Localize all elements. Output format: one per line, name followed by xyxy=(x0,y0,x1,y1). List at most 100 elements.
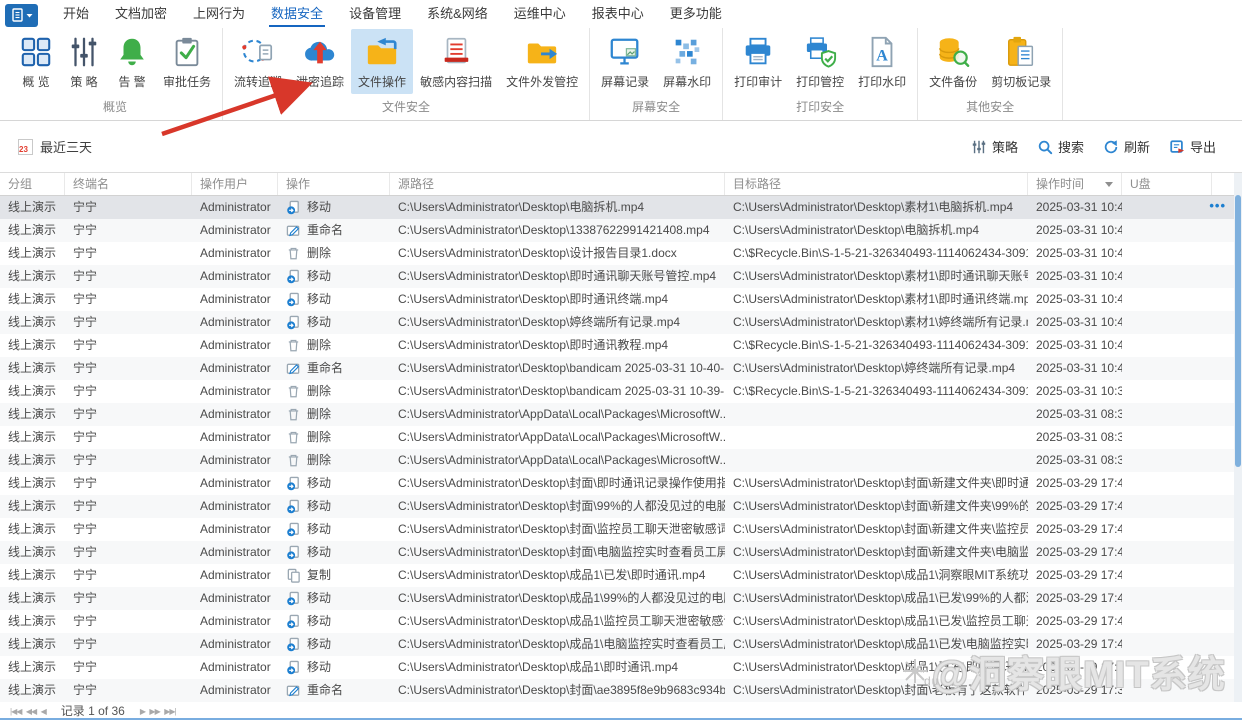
cell-time: 2025-03-31 10:44:20 xyxy=(1028,265,1122,288)
move-icon xyxy=(286,637,301,652)
ribbon-button-file-outgoing[interactable]: 文件外发管控 xyxy=(499,29,585,94)
menu-tab-1[interactable]: 开始 xyxy=(50,0,102,28)
cell-target-path: C:\Users\Administrator\Desktop\婷终端所有记录.m… xyxy=(725,357,1028,380)
menu-tab-6[interactable]: 系统&网络 xyxy=(414,0,501,28)
ribbon-button-print-control[interactable]: 打印管控 xyxy=(789,29,851,94)
table-row[interactable]: 线上演示宁宁Administrator移动C:\Users\Administra… xyxy=(0,610,1242,633)
table-row[interactable]: 线上演示宁宁Administrator移动C:\Users\Administra… xyxy=(0,288,1242,311)
ribbon-button-screen-record[interactable]: 屏幕记录 xyxy=(594,29,656,94)
pager-next-3-button[interactable]: ▶▶| xyxy=(164,707,175,716)
table-row[interactable]: 线上演示宁宁Administrator删除C:\Users\Administra… xyxy=(0,426,1242,449)
menu-tab-4[interactable]: 数据安全 xyxy=(258,0,336,28)
pager-next-1-button[interactable]: ▶ xyxy=(140,707,145,716)
menu-tab-5[interactable]: 设备管理 xyxy=(336,0,414,28)
ribbon-button-overview[interactable]: 概 览 xyxy=(12,29,60,94)
row-actions-button[interactable]: ••• xyxy=(1209,196,1226,216)
table-row[interactable]: 线上演示宁宁Administrator删除C:\Users\Administra… xyxy=(0,334,1242,357)
cell-user: Administrator xyxy=(192,426,278,449)
toolbar-action-export[interactable]: 导出 xyxy=(1169,137,1216,156)
rename-icon xyxy=(286,683,301,698)
operation-label: 删除 xyxy=(307,242,331,265)
column-header-1[interactable]: 分组 xyxy=(0,173,65,195)
cell-terminal: 宁宁 xyxy=(65,219,192,242)
cell-operation: 移动 xyxy=(278,633,390,656)
table-row[interactable]: 线上演示宁宁Administrator重命名C:\Users\Administr… xyxy=(0,219,1242,242)
menu-bar: 开始文档加密上网行为数据安全设备管理系统&网络运维中心报表中心更多功能 xyxy=(0,0,1242,28)
menu-tab-2[interactable]: 文档加密 xyxy=(102,0,180,28)
cell-source-path: C:\Users\Administrator\Desktop\设计报告目录1.d… xyxy=(390,242,725,265)
table-row[interactable]: 线上演示宁宁Administrator移动C:\Users\Administra… xyxy=(0,311,1242,334)
column-header-5[interactable]: 源路径 xyxy=(390,173,725,195)
ribbon-group-1: 概 览策 略告 警审批任务概览 xyxy=(8,28,223,120)
ribbon-button-trace-flow[interactable]: 流转追溯 xyxy=(227,29,289,94)
table-row[interactable]: 线上演示宁宁Administrator删除C:\Users\Administra… xyxy=(0,449,1242,472)
screen-watermark-icon xyxy=(670,35,704,69)
table-row[interactable]: 线上演示宁宁Administrator移动C:\Users\Administra… xyxy=(0,587,1242,610)
ribbon-button-sensitive-scan[interactable]: 敏感内容扫描 xyxy=(413,29,499,94)
pager-next-2-button[interactable]: ▶▶ xyxy=(149,707,159,716)
table-row[interactable]: 线上演示宁宁Administrator移动C:\Users\Administra… xyxy=(0,472,1242,495)
ribbon-button-screen-watermark[interactable]: 屏幕水印 xyxy=(656,29,718,94)
ribbon-button-file-backup[interactable]: 文件备份 xyxy=(922,29,984,94)
cell-terminal: 宁宁 xyxy=(65,288,192,311)
cell-time: 2025-03-31 10:44:45 xyxy=(1028,196,1122,219)
menu-tab-3[interactable]: 上网行为 xyxy=(180,0,258,28)
ribbon-button-approval[interactable]: 审批任务 xyxy=(156,29,218,94)
toolbar-action-refresh[interactable]: 刷新 xyxy=(1103,137,1150,156)
cell-source-path: C:\Users\Administrator\Desktop\成品1\已发\即时… xyxy=(390,564,725,587)
column-header-6[interactable]: 目标路径 xyxy=(725,173,1028,195)
column-header-4[interactable]: 操作 xyxy=(278,173,390,195)
date-range-filter[interactable]: 23 最近三天 xyxy=(18,137,92,156)
table-row[interactable]: 线上演示宁宁Administrator移动C:\Users\Administra… xyxy=(0,196,1242,219)
table-row[interactable]: 线上演示宁宁Administrator删除C:\Users\Administra… xyxy=(0,403,1242,426)
pager-prev-1-button[interactable]: |◀◀ xyxy=(10,707,21,716)
app-menu-button[interactable] xyxy=(5,4,38,27)
ribbon-button-alert-bell[interactable]: 告 警 xyxy=(108,29,156,94)
table-row[interactable]: 线上演示宁宁Administrator移动C:\Users\Administra… xyxy=(0,495,1242,518)
column-header-3[interactable]: 操作用户 xyxy=(192,173,278,195)
table-row[interactable]: 线上演示宁宁Administrator删除C:\Users\Administra… xyxy=(0,242,1242,265)
table-row[interactable]: 线上演示宁宁Administrator重命名C:\Users\Administr… xyxy=(0,679,1242,702)
toolbar-action-label: 策略 xyxy=(992,137,1018,156)
cell-user: Administrator xyxy=(192,449,278,472)
leak-trace-icon xyxy=(303,35,337,69)
column-header-8[interactable]: U盘 xyxy=(1122,173,1212,195)
table-row[interactable]: 线上演示宁宁Administrator移动C:\Users\Administra… xyxy=(0,265,1242,288)
column-header-2[interactable]: 终端名 xyxy=(65,173,192,195)
menu-tab-7[interactable]: 运维中心 xyxy=(501,0,579,28)
ribbon-button-print-watermark[interactable]: A打印水印 xyxy=(851,29,913,94)
cell-user: Administrator xyxy=(192,541,278,564)
filter-bar: 23 最近三天 策略 搜索刷新导出 xyxy=(0,121,1242,172)
menu-tab-9[interactable]: 更多功能 xyxy=(657,0,735,28)
scrollbar-thumb[interactable] xyxy=(1235,195,1241,467)
cell-group: 线上演示 xyxy=(0,633,65,656)
move-icon xyxy=(286,545,301,560)
pager-prev-2-button[interactable]: ◀◀ xyxy=(26,707,36,716)
ribbon-button-clipboard-record[interactable]: 剪切板记录 xyxy=(984,29,1058,94)
table-row[interactable]: 线上演示宁宁Administrator复制C:\Users\Administra… xyxy=(0,564,1242,587)
filter-caret-icon[interactable] xyxy=(1105,182,1113,187)
ribbon-button-leak-trace[interactable]: 泄密追踪 xyxy=(289,29,351,94)
cell-user: Administrator xyxy=(192,472,278,495)
pager-prev-3-button[interactable]: ◀ xyxy=(41,707,46,716)
ribbon-button-print-audit[interactable]: 打印审计 xyxy=(727,29,789,94)
column-header-7[interactable]: 操作时间 xyxy=(1028,173,1122,195)
operation-label: 移动 xyxy=(307,495,331,518)
table-row[interactable]: 线上演示宁宁Administrator移动C:\Users\Administra… xyxy=(0,541,1242,564)
toolbar-action-search[interactable]: 搜索 xyxy=(1037,137,1084,156)
print-control-icon xyxy=(803,35,837,69)
menu-tab-8[interactable]: 报表中心 xyxy=(579,0,657,28)
toolbar-action-label: 搜索 xyxy=(1058,137,1084,156)
vertical-scrollbar[interactable] xyxy=(1234,173,1242,702)
ribbon-button-policy[interactable]: 策 略 xyxy=(60,29,108,94)
cell-terminal: 宁宁 xyxy=(65,633,192,656)
table-row[interactable]: 线上演示宁宁Administrator移动C:\Users\Administra… xyxy=(0,656,1242,679)
toolbar-action-sliders-sm[interactable]: 策略 xyxy=(971,137,1018,156)
table-row[interactable]: 线上演示宁宁Administrator删除C:\Users\Administra… xyxy=(0,380,1242,403)
table-row[interactable]: 线上演示宁宁Administrator移动C:\Users\Administra… xyxy=(0,518,1242,541)
operation-label: 移动 xyxy=(307,610,331,633)
ribbon-button-file-ops[interactable]: 文件操作 xyxy=(351,29,413,94)
ribbon-button-label: 敏感内容扫描 xyxy=(420,73,492,90)
table-row[interactable]: 线上演示宁宁Administrator重命名C:\Users\Administr… xyxy=(0,357,1242,380)
table-row[interactable]: 线上演示宁宁Administrator移动C:\Users\Administra… xyxy=(0,633,1242,656)
